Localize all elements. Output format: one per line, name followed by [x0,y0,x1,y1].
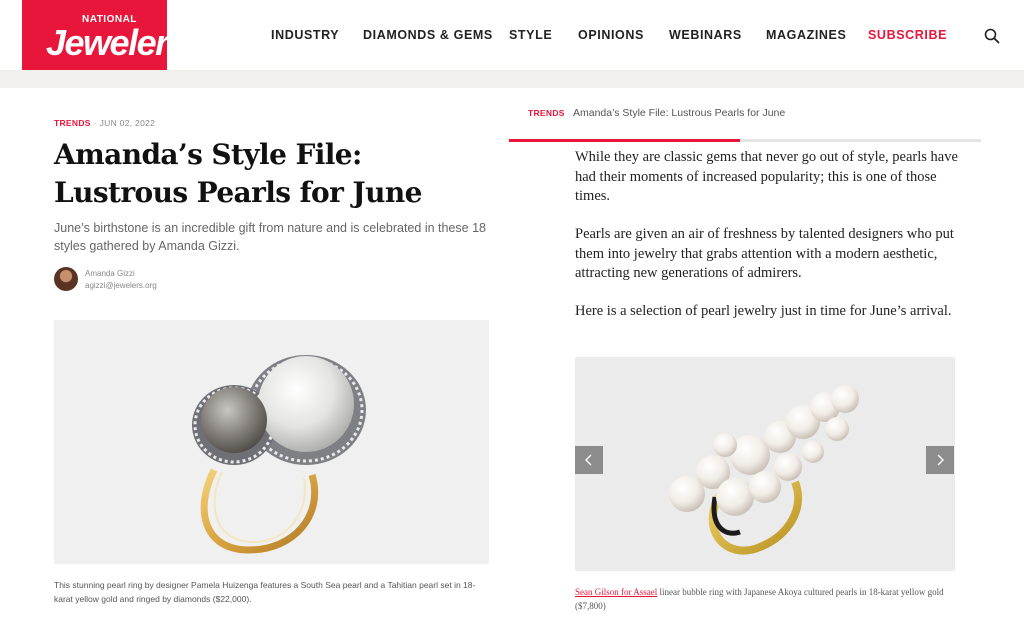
author-email[interactable]: agizzi@jewelers.org [85,281,157,290]
chevron-left-icon [585,454,592,466]
body-paragraph-1: While they are classic gems that never g… [575,149,958,204]
chevron-right-icon [937,454,944,466]
article-title: Amanda’s Style File: Lustrous Pearls for… [54,138,422,209]
pearl-ring-illustration [192,355,366,554]
lead-image-caption: This stunning pearl ring by designer Pam… [54,580,476,604]
reading-progress-bar [509,139,981,142]
article-dek: June’s birthstone is an incredible gift … [54,221,486,253]
nav-webinars[interactable]: WEBINARS [669,28,742,42]
designer-link[interactable]: Sean Gilson for Assael [575,587,657,597]
search-icon [984,28,1000,44]
author-name[interactable]: Amanda Gizzi [85,269,135,278]
slideshow-next-button[interactable] [926,446,954,474]
slideshow-image-bubble-ring [575,357,955,571]
reading-bar-category[interactable]: TRENDS [528,108,565,118]
lead-image-pearl-ring [54,320,489,564]
logo-jeweler-text: Jeweler [46,22,169,63]
nav-subscribe[interactable]: SUBSCRIBE [868,28,947,42]
reading-progress-fill [509,139,741,142]
article-category[interactable]: TRENDS [54,118,91,128]
nav-diamonds-gems[interactable]: DIAMONDS & GEMS [363,28,493,42]
article-meta: TRENDS · JUN 02, 2022 [54,118,155,128]
bubble-ring-illustration [669,385,859,555]
site-header: NATIONAL Jeweler INDUSTRY DIAMONDS & GEM… [0,0,1024,88]
author-avatar[interactable] [54,267,78,291]
slideshow-caption: Sean Gilson for Assael linear bubble rin… [575,585,965,613]
nav-industry[interactable]: INDUSTRY [271,28,339,42]
article-date: JUN 02, 2022 [99,118,156,128]
nav-style[interactable]: STYLE [509,28,552,42]
nav-magazines[interactable]: MAGAZINES [766,28,846,42]
body-paragraph-3: Here is a selection of pearl jewelry jus… [575,303,952,319]
slideshow-prev-button[interactable] [575,446,603,474]
nav-opinions[interactable]: OPINIONS [578,28,644,42]
body-paragraph-2: Pearls are given an air of freshness by … [575,226,954,281]
meta-separator: · [93,118,97,128]
header-divider-band [0,70,1024,88]
reading-bar-title: Amanda’s Style File: Lustrous Pearls for… [573,107,786,119]
search-button[interactable] [983,27,1001,45]
